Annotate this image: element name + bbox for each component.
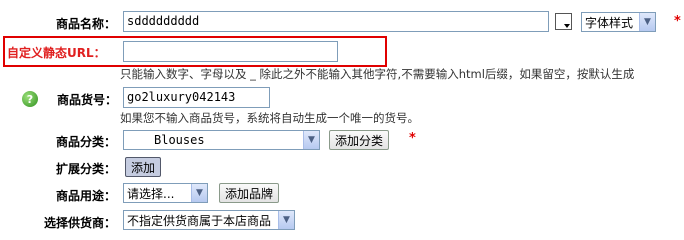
add-category-button[interactable]: 添加分类: [329, 130, 390, 150]
chevron-down-icon: ▼: [278, 211, 294, 229]
category-label: 商品分类：: [55, 135, 116, 149]
product-sn-input[interactable]: go2luxury042143: [123, 87, 270, 108]
category-selected: Blouses: [154, 133, 205, 147]
font-style-selected: 字体样式: [585, 15, 634, 30]
product-name-label: 商品名称：: [55, 17, 116, 31]
custom-url-input[interactable]: [123, 41, 338, 62]
usage-label: 商品用途：: [55, 189, 116, 203]
required-mark: *: [409, 131, 416, 146]
usage-select[interactable]: 请选择... ▼: [123, 183, 208, 203]
help-icon[interactable]: ?: [22, 91, 38, 107]
category-select[interactable]: Blouses ▼: [123, 130, 320, 150]
chevron-down-icon: ▼: [303, 131, 319, 149]
extend-category-label: 扩展分类：: [55, 162, 116, 176]
product-sn-label: 商品货号：: [56, 93, 117, 107]
color-picker-button[interactable]: [555, 13, 572, 30]
supplier-label: 选择供货商：: [43, 216, 116, 230]
custom-url-hint: 只能输入数字、字母以及 _ 除此之外不能输入其他字符,不需要输入html后缀，如…: [120, 67, 635, 81]
add-brand-button[interactable]: 添加品牌: [219, 183, 280, 203]
chevron-down-icon: ▼: [191, 184, 207, 202]
product-sn-hint: 如果您不输入商品货号，系统将自动生成一个唯一的货号。: [120, 111, 419, 125]
supplier-select[interactable]: 不指定供货商属于本店商品 ▼: [123, 210, 295, 230]
supplier-selected: 不指定供货商属于本店商品: [127, 213, 272, 228]
font-style-select[interactable]: 字体样式 ▼: [581, 12, 656, 32]
custom-url-label: 自定义静态URL：: [7, 46, 106, 60]
dropdown-arrow-icon: [564, 24, 570, 28]
chevron-down-icon: ▼: [639, 13, 655, 31]
usage-selected: 请选择...: [127, 186, 175, 201]
add-extend-category-button[interactable]: 添加: [125, 157, 162, 177]
product-name-input[interactable]: sddddddddd: [123, 11, 549, 32]
required-mark: *: [674, 14, 681, 29]
